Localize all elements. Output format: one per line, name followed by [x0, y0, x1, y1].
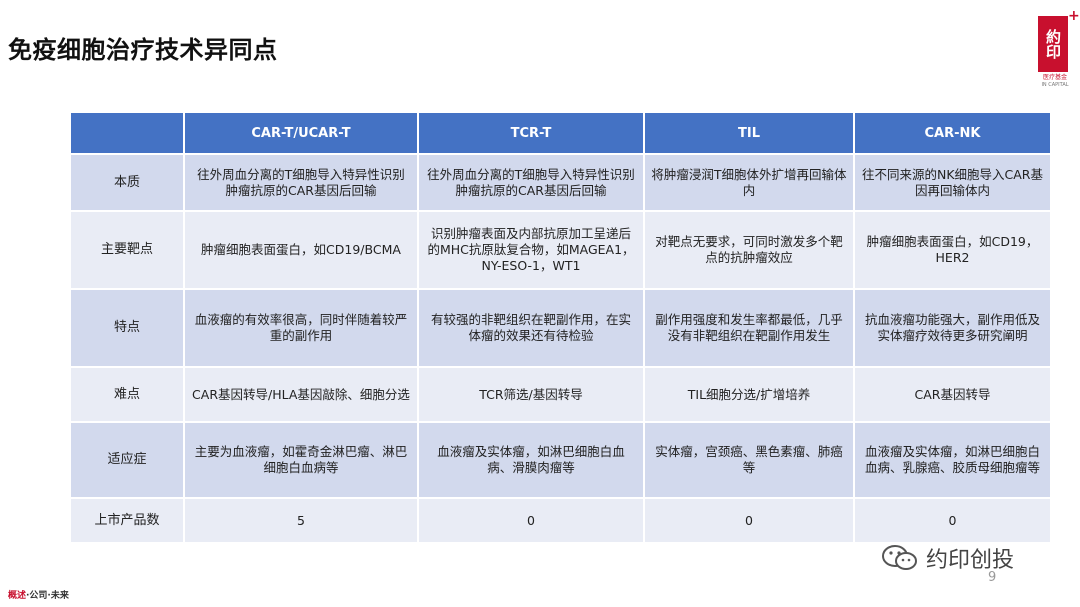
- wechat-icon: [882, 545, 917, 570]
- table-row: 本质 往外周血分离的T细胞导入特异性识别肿瘤抗原的CAR基因后回输 往外周血分离…: [71, 155, 1050, 210]
- table-header-row: CAR-T/UCAR-T TCR-T TIL CAR-NK: [71, 113, 1050, 153]
- table-cell: 血液瘤及实体瘤，如淋巴细胞白血病、滑膜肉瘤等: [419, 423, 643, 497]
- header-corner: [71, 113, 183, 153]
- table-cell: 往不同来源的NK细胞导入CAR基因再回输体内: [855, 155, 1050, 210]
- table-cell: 血液瘤及实体瘤，如淋巴细胞白血病、乳腺癌、胶质母细胞瘤等: [855, 423, 1050, 497]
- table-cell: TIL细胞分选/扩增培养: [645, 368, 853, 421]
- row-label: 适应症: [71, 423, 183, 497]
- table-cell: 血液瘤的有效率很高，同时伴随着较严重的副作用: [185, 290, 417, 366]
- table-cell: 0: [855, 499, 1050, 542]
- table-cell: 实体瘤，宫颈癌、黑色素瘤、肺癌等: [645, 423, 853, 497]
- table-cell: 抗血液瘤功能强大，副作用低及实体瘤疗效待更多研究阐明: [855, 290, 1050, 366]
- table-cell: 有较强的非靶组织在靶副作用，在实体瘤的效果还有待检验: [419, 290, 643, 366]
- page-title: 免疫细胞治疗技术异同点: [8, 36, 278, 64]
- header-car-t: CAR-T/UCAR-T: [185, 113, 417, 153]
- logo-subtitle-en: IN CAPITAL: [1041, 82, 1069, 88]
- comparison-table: CAR-T/UCAR-T TCR-T TIL CAR-NK 本质 往外周血分离的…: [69, 111, 1052, 544]
- table-cell: TCR筛选/基因转导: [419, 368, 643, 421]
- row-label: 特点: [71, 290, 183, 366]
- table-cell: CAR基因转导/HLA基因敲除、细胞分选: [185, 368, 417, 421]
- row-label: 难点: [71, 368, 183, 421]
- page-number: 9: [988, 570, 997, 585]
- footer-sections: ·公司·未来: [26, 591, 69, 601]
- table-row: 难点 CAR基因转导/HLA基因敲除、细胞分选 TCR筛选/基因转导 TIL细胞…: [71, 368, 1050, 421]
- table-cell: 识别肿瘤表面及内部抗原加工呈递后的MHC抗原肽复合物，如MAGEA1，NY-ES…: [419, 212, 643, 288]
- table-row: 主要靶点 肿瘤细胞表面蛋白，如CD19/BCMA 识别肿瘤表面及内部抗原加工呈递…: [71, 212, 1050, 288]
- header-car-nk: CAR-NK: [855, 113, 1050, 153]
- table-row: 上市产品数 5 0 0 0: [71, 499, 1050, 542]
- table-cell: 主要为血液瘤，如霍奇金淋巴瘤、淋巴细胞白血病等: [185, 423, 417, 497]
- header-tcr-t: TCR-T: [419, 113, 643, 153]
- row-label: 上市产品数: [71, 499, 183, 542]
- table-cell: 将肿瘤浸润T细胞体外扩增再回输体内: [645, 155, 853, 210]
- table-cell: CAR基因转导: [855, 368, 1050, 421]
- table-cell: 对靶点无要求，可同时激发多个靶点的抗肿瘤效应: [645, 212, 853, 288]
- logo-plus-icon: +: [1068, 8, 1080, 24]
- table-cell: 往外周血分离的T细胞导入特异性识别肿瘤抗原的CAR基因后回输: [419, 155, 643, 210]
- logo-subtitle-cn: 医疗基金: [1042, 74, 1067, 81]
- table-cell: 0: [645, 499, 853, 542]
- row-label: 本质: [71, 155, 183, 210]
- table-cell: 0: [419, 499, 643, 542]
- table-cell: 往外周血分离的T细胞导入特异性识别肿瘤抗原的CAR基因后回输: [185, 155, 417, 210]
- header-til: TIL: [645, 113, 853, 153]
- logo-mark: 約印: [1038, 16, 1068, 72]
- table-cell: 肿瘤细胞表面蛋白，如CD19/BCMA: [185, 212, 417, 288]
- table-cell: 副作用强度和发生率都最低，几乎没有非靶组织在靶副作用发生: [645, 290, 853, 366]
- footer-nav: 概述·公司·未来: [8, 588, 69, 601]
- table-cell: 5: [185, 499, 417, 542]
- row-label: 主要靶点: [71, 212, 183, 288]
- table-row: 适应症 主要为血液瘤，如霍奇金淋巴瘤、淋巴细胞白血病等 血液瘤及实体瘤，如淋巴细…: [71, 423, 1050, 497]
- table-cell: 肿瘤细胞表面蛋白，如CD19，HER2: [855, 212, 1050, 288]
- wechat-account-name: 约印创投: [926, 548, 1015, 573]
- table-row: 特点 血液瘤的有效率很高，同时伴随着较严重的副作用 有较强的非靶组织在靶副作用，…: [71, 290, 1050, 366]
- brand-logo: 約印 + 医疗基金 IN CAPITAL: [1032, 9, 1080, 92]
- footer-current-section: 概述: [8, 591, 27, 601]
